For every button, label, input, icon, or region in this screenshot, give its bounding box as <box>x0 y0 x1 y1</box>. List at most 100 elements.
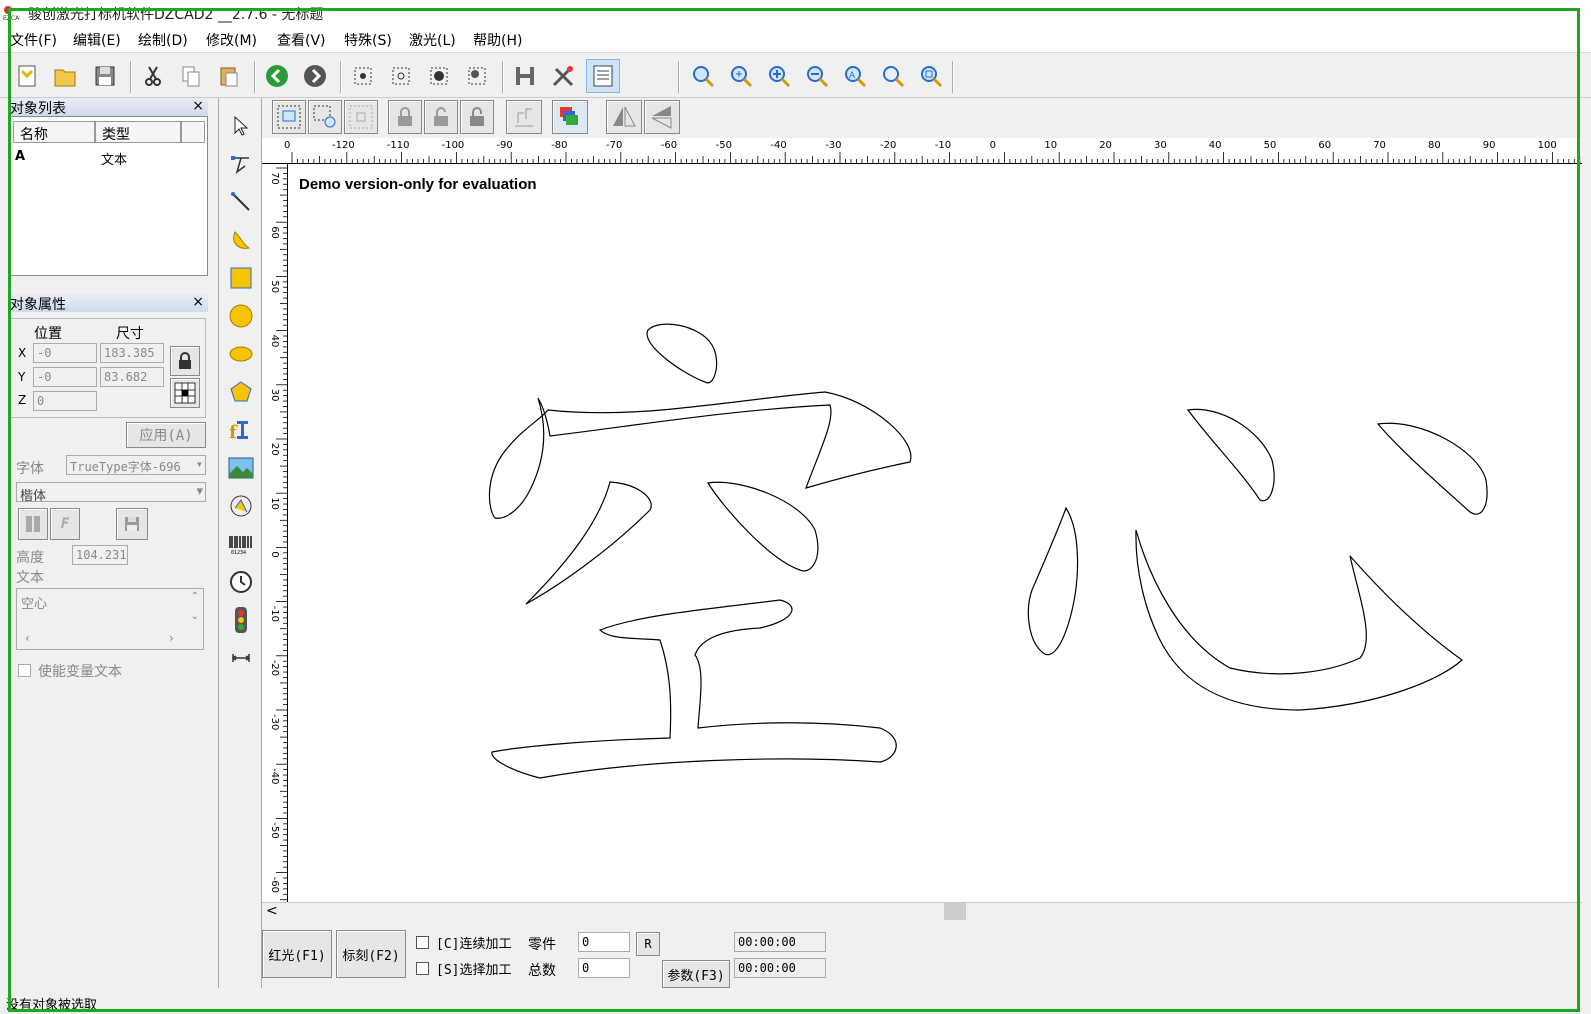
text-content-box[interactable]: 空心 ⌃ ⌄ ‹ › <box>16 588 204 650</box>
node-delete-button[interactable] <box>422 59 456 93</box>
bitmap-tool-button[interactable] <box>223 450 259 486</box>
vector-file-button[interactable] <box>223 488 259 524</box>
rectangle-tool-button[interactable] <box>223 260 259 296</box>
tools-button[interactable] <box>546 59 580 93</box>
height-field[interactable]: 104.231 <box>72 545 128 565</box>
zoom-out-button[interactable] <box>800 59 834 93</box>
list-icon <box>593 65 613 87</box>
font-name-select[interactable]: 楷体 ▾ <box>16 482 206 504</box>
parts-field[interactable]: 0 <box>578 932 630 952</box>
parts-label: 零件 <box>528 937 556 953</box>
mirror-horizontal-button[interactable] <box>606 100 642 134</box>
y-size-field[interactable]: 83.682 <box>100 367 164 387</box>
reset-button[interactable]: R <box>636 932 660 956</box>
curve-tool-button[interactable] <box>223 222 259 258</box>
menu-laser[interactable]: 激光(L) <box>409 30 456 50</box>
combine-button[interactable] <box>344 100 378 134</box>
menu-help[interactable]: 帮助(H) <box>473 30 522 50</box>
text-tool-button[interactable]: f <box>223 412 259 448</box>
extend-axis-button[interactable] <box>223 640 259 676</box>
stroke-roof <box>488 391 912 519</box>
x-position-field[interactable]: -0 <box>33 343 97 363</box>
object-list-toggle-button[interactable] <box>586 59 620 93</box>
ruler-label-horizontal: 90 <box>1483 140 1496 151</box>
select-process-checkbox[interactable] <box>416 962 429 975</box>
save-font-button[interactable] <box>116 508 148 540</box>
hollow-text-graphic[interactable] <box>288 164 1582 902</box>
column-header-type[interactable]: 类型 <box>95 121 181 143</box>
close-icon[interactable]: × <box>192 294 204 310</box>
unlock-all-button[interactable] <box>460 100 494 134</box>
menu-view[interactable]: 查看(V) <box>277 30 326 50</box>
anchor-button[interactable] <box>170 378 200 408</box>
apply-button[interactable]: 应用(A) <box>126 422 206 448</box>
variable-text-checkbox[interactable] <box>18 664 31 677</box>
circle-tool-button[interactable] <box>223 298 259 334</box>
ellipse-tool-button[interactable] <box>223 336 259 372</box>
new-file-button[interactable] <box>10 59 44 93</box>
node-break-button[interactable] <box>460 59 494 93</box>
polygon-tool-button[interactable] <box>223 374 259 410</box>
mark-button[interactable]: 标刻(F2) <box>336 930 406 978</box>
zoom-in-button[interactable] <box>762 59 796 93</box>
table-row[interactable]: A 文本 <box>13 147 203 168</box>
align-button[interactable] <box>506 100 542 134</box>
unlock-object-button[interactable] <box>424 100 458 134</box>
hatch-button[interactable] <box>508 59 542 93</box>
menu-draw[interactable]: 绘制(D) <box>138 30 188 50</box>
continuous-checkbox[interactable] <box>416 936 429 949</box>
text-param-button[interactable] <box>18 508 48 540</box>
group-button[interactable] <box>272 100 306 134</box>
font-style-button[interactable]: F <box>50 508 80 540</box>
scroll-down-icon[interactable]: ⌄ <box>191 611 199 622</box>
drawing-canvas[interactable]: Demo version-only for evaluation <box>288 164 1582 902</box>
menu-edit[interactable]: 编辑(E) <box>73 30 121 50</box>
stroke-left-dot <box>525 481 652 605</box>
zoom-fit-button[interactable] <box>876 59 910 93</box>
y-position-field[interactable]: -0 <box>33 367 97 387</box>
color-order-button[interactable] <box>552 100 588 134</box>
cut-button[interactable] <box>136 59 170 93</box>
total-field[interactable]: 0 <box>578 958 630 978</box>
lock-ratio-button[interactable] <box>170 346 200 376</box>
menu-special[interactable]: 特殊(S) <box>344 30 392 50</box>
zoom-selected-button[interactable] <box>914 59 948 93</box>
undo-button[interactable] <box>260 59 294 93</box>
zoom-button[interactable] <box>686 59 720 93</box>
open-file-button[interactable] <box>48 59 82 93</box>
node-add-button[interactable] <box>384 59 418 93</box>
x-size-field[interactable]: 183.385 <box>100 343 164 363</box>
scroll-left-icon[interactable]: ‹ <box>25 631 30 645</box>
curve-edit-button[interactable] <box>223 146 259 182</box>
params-button[interactable]: 参数(F3) <box>662 960 730 988</box>
redo-button[interactable] <box>298 59 332 93</box>
lock-object-button[interactable] <box>388 100 422 134</box>
scroll-up-icon[interactable]: ⌃ <box>191 591 199 602</box>
node-edit-button[interactable] <box>346 59 380 93</box>
column-header-empty <box>181 121 205 143</box>
save-button[interactable] <box>88 59 122 93</box>
select-tool-button[interactable] <box>223 108 259 144</box>
menu-modify[interactable]: 修改(M) <box>206 30 257 50</box>
red-light-button[interactable]: 红光(F1) <box>262 930 332 978</box>
mirror-vertical-button[interactable] <box>644 100 680 134</box>
copy-button[interactable] <box>174 59 208 93</box>
scroll-right-icon[interactable]: › <box>169 631 174 645</box>
scrollbar-thumb[interactable] <box>944 903 966 920</box>
horizontal-scrollbar[interactable]: < <box>262 902 1582 920</box>
menu-file[interactable]: 文件(F) <box>10 30 57 50</box>
ungroup-button[interactable] <box>308 100 342 134</box>
timer-tool-button[interactable] <box>223 564 259 600</box>
paste-button[interactable] <box>212 59 246 93</box>
close-icon[interactable]: × <box>192 98 204 114</box>
io-port-button[interactable] <box>223 602 259 638</box>
zoom-all-button[interactable]: A <box>838 59 872 93</box>
ruler-label-vertical: 10 <box>269 497 280 510</box>
zoom-window-button[interactable] <box>724 59 758 93</box>
column-header-name[interactable]: 名称 <box>13 121 95 143</box>
z-position-field[interactable]: 0 <box>33 391 97 411</box>
line-tool-button[interactable] <box>223 184 259 220</box>
barcode-tool-button[interactable]: 01234 <box>223 526 259 562</box>
scroll-left-icon[interactable]: < <box>266 903 278 919</box>
font-type-select[interactable]: TrueType字体-696 ▾ <box>66 455 206 475</box>
